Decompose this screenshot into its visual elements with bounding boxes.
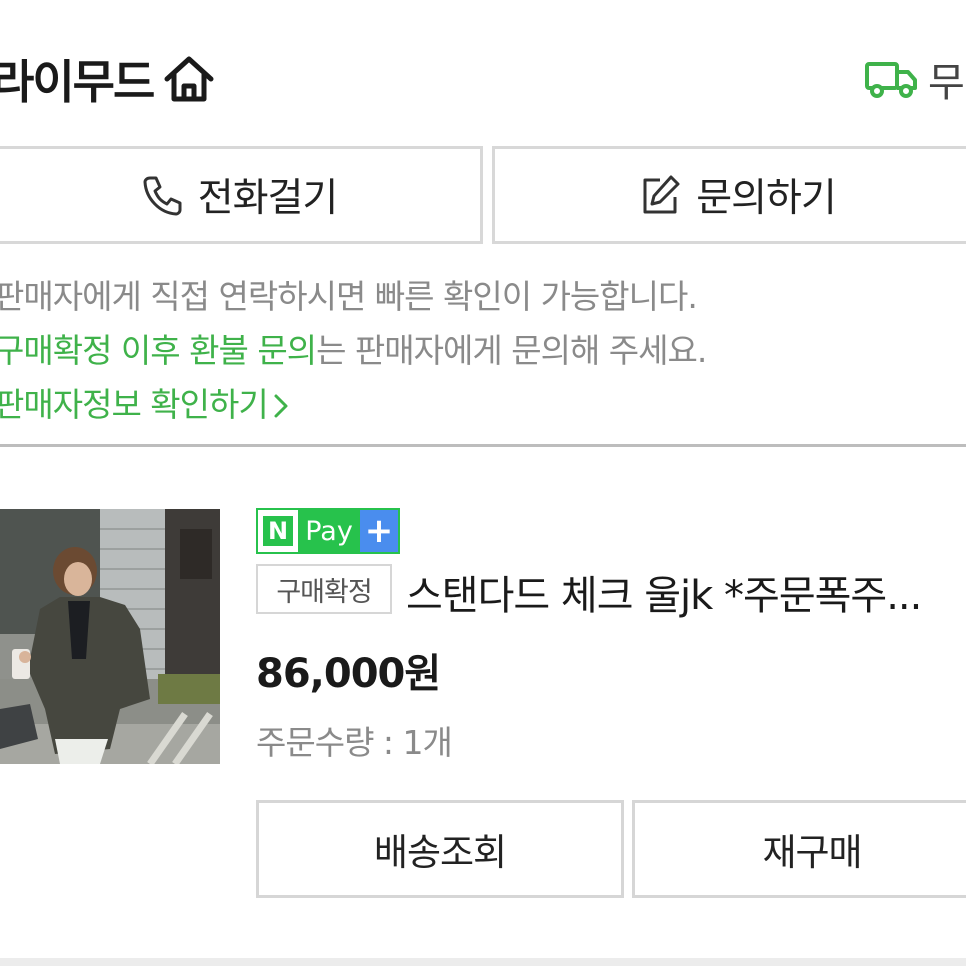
status-badge: 구매확정 <box>256 564 392 614</box>
truck-icon <box>865 62 917 98</box>
refund-inquiry-link[interactable]: 구매확정 이후 환불 문의 <box>0 331 317 370</box>
section-divider <box>0 444 966 447</box>
refund-notice-text: 는 판매자에게 문의해 주세요. <box>316 331 707 370</box>
track-delivery-button[interactable]: 배송조회 <box>256 800 624 898</box>
product-thumbnail[interactable] <box>0 509 220 764</box>
plus-icon: + <box>360 510 398 552</box>
track-delivery-label: 배송조회 <box>373 831 507 874</box>
inquiry-button-label: 문의하기 <box>696 176 837 221</box>
edit-icon <box>643 175 680 214</box>
naver-n-letter: N <box>263 516 293 546</box>
npay-pay-text: Pay <box>298 510 360 552</box>
product-name[interactable]: 스탠다드 체크 울jk *주문폭주... <box>406 563 922 621</box>
store-header: 라이무드 무료 <box>0 0 966 146</box>
store-name[interactable]: 라이무드 <box>0 46 155 112</box>
refund-notice: 구매확정 이후 환불 문의는 판매자에게 문의해 주세요. <box>0 324 707 372</box>
section-separator <box>0 958 966 966</box>
order-quantity: 주문수량 : 1개 <box>256 723 453 762</box>
delivery-info: 무료 <box>928 60 966 106</box>
reorder-button[interactable]: 재구매 <box>632 800 966 898</box>
inquiry-button[interactable]: 문의하기 <box>492 146 966 244</box>
chevron-right-icon <box>274 394 288 418</box>
npay-plus-badge: N Pay + <box>256 508 400 554</box>
home-icon[interactable] <box>162 54 216 104</box>
phone-icon <box>143 176 182 216</box>
reorder-label: 재구매 <box>762 831 862 874</box>
call-button[interactable]: 전화걸기 <box>0 146 483 244</box>
seller-info-link-label: 판매자정보 확인하기 <box>0 385 269 424</box>
seller-info-link[interactable]: 판매자정보 확인하기 <box>0 378 290 426</box>
naver-n-logo: N <box>258 510 298 552</box>
product-price: 86,000원 <box>256 651 441 697</box>
call-button-label: 전화걸기 <box>197 176 339 221</box>
contact-notice: 판매자에게 직접 연락하시면 빠른 확인이 가능합니다. <box>0 277 698 316</box>
